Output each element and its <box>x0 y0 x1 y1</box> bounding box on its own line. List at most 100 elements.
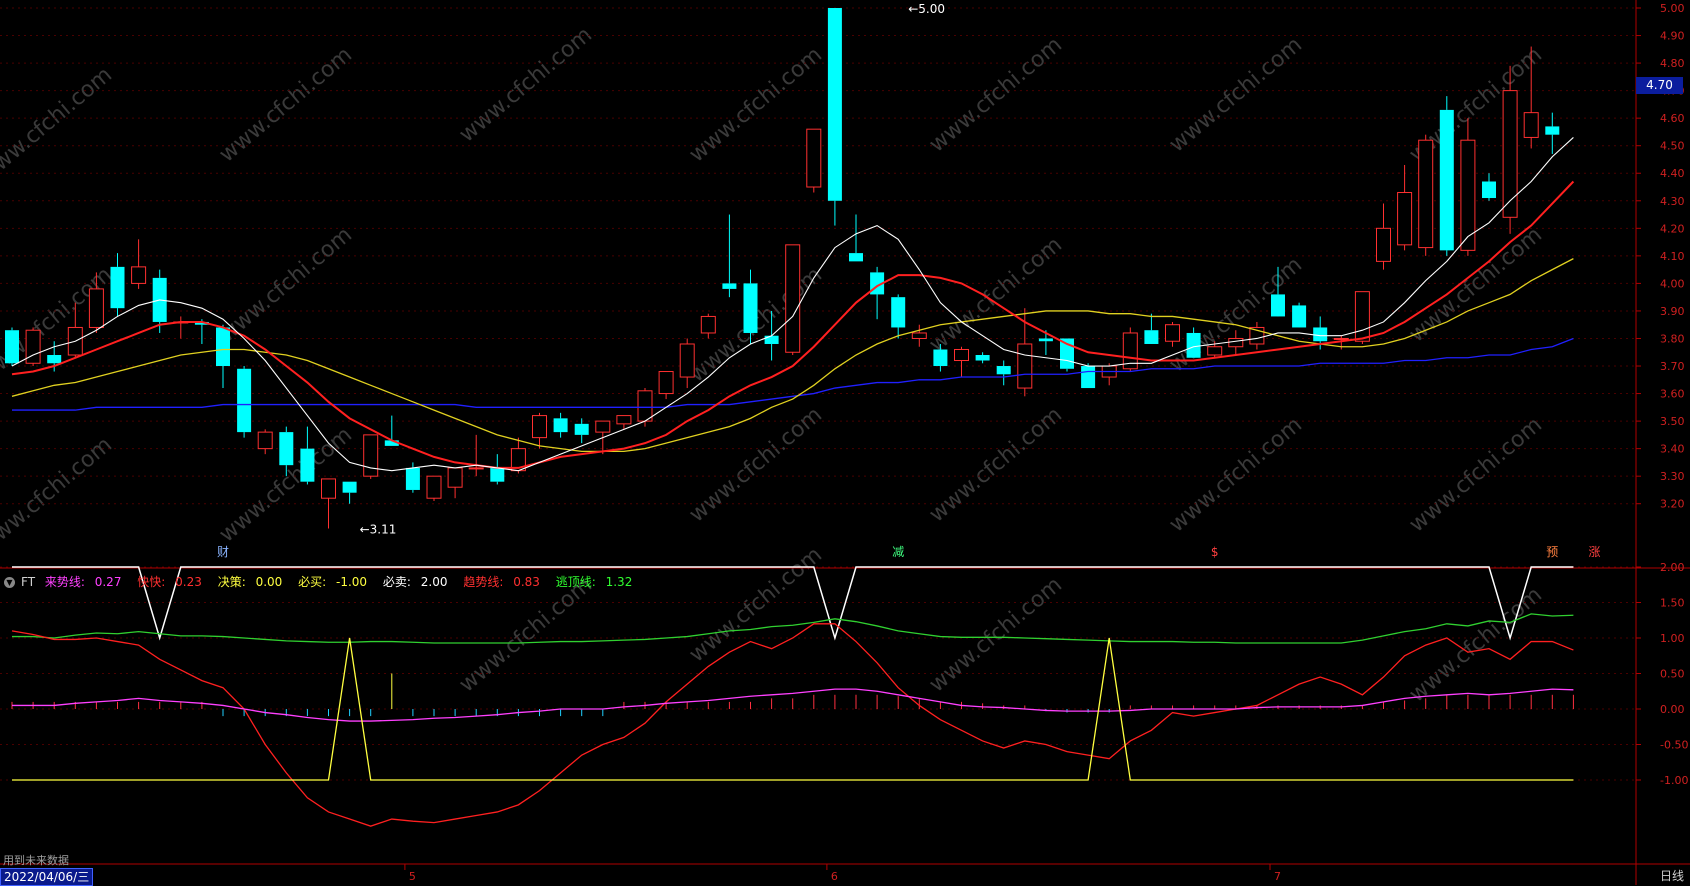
y-tick-label: 4.60 <box>1660 112 1685 125</box>
candle-body <box>1333 337 1349 340</box>
month-label: 5 <box>409 870 416 883</box>
y-tick-label: -0.50 <box>1660 739 1688 752</box>
chart-canvas: www.cfchi.com www.cfchi.com www.cfchi.com w… <box>0 0 1690 885</box>
candle-body <box>658 371 674 395</box>
candle-body <box>679 343 695 378</box>
month-label: 6 <box>831 870 838 883</box>
y-tick-label: 4.90 <box>1660 30 1685 43</box>
indicator-name: FT <box>21 575 36 589</box>
candle-body <box>25 329 41 364</box>
candle-body <box>637 390 653 422</box>
candle-body <box>553 418 568 433</box>
candle-body <box>1523 112 1539 138</box>
candle-body <box>1354 291 1370 342</box>
candle-body <box>954 348 969 362</box>
candle-body <box>975 355 990 361</box>
candle-body <box>827 8 842 201</box>
y-tick-label: 0.50 <box>1660 668 1685 681</box>
candle-body <box>47 355 62 364</box>
candle-body <box>574 423 589 435</box>
candle-body <box>933 349 948 367</box>
collapse-icon[interactable]: ▼ <box>4 577 15 588</box>
candle-body <box>237 368 252 433</box>
candle-body <box>1017 343 1033 389</box>
candle-body <box>405 467 420 490</box>
candle-body <box>700 315 716 334</box>
candle-body <box>1165 324 1180 342</box>
y-tick-label: 3.90 <box>1660 305 1685 318</box>
watermark-text: www.cfchi.com <box>455 572 597 697</box>
candle-body <box>1207 346 1223 356</box>
candle-body <box>216 327 230 367</box>
candle-body <box>321 478 336 499</box>
candle-body <box>1292 305 1307 328</box>
trend-line <box>11 623 1574 827</box>
y-tick-label: 2.00 <box>1660 561 1685 574</box>
header-item-3: 必买: -1.00 <box>298 575 368 589</box>
candle-body <box>1376 227 1391 262</box>
candle-body <box>595 420 611 433</box>
header-item-4: 必卖: 2.00 <box>382 575 448 589</box>
y-tick-label: 5.00 <box>1660 2 1685 15</box>
y-tick-label: 4.20 <box>1660 222 1685 235</box>
y-tick-label: 3.30 <box>1660 470 1685 483</box>
watermark-text: www.cfchi.com <box>0 62 117 187</box>
candle-body <box>1228 337 1244 348</box>
y-tick-label: 0.00 <box>1660 703 1685 716</box>
candle-body <box>1439 109 1454 251</box>
candle-body <box>1313 327 1328 342</box>
candle-body <box>1397 192 1413 246</box>
watermark-text: www.cfchi.com <box>925 32 1067 157</box>
watermark-text: www.cfchi.com <box>1405 412 1547 537</box>
y-tick-label: 3.40 <box>1660 443 1685 456</box>
current-price-badge: 4.70 <box>1636 77 1683 94</box>
candle-body <box>257 431 273 450</box>
signal-marker: $ <box>1211 545 1219 559</box>
candle-body <box>1186 332 1201 358</box>
candle-body <box>1545 126 1560 135</box>
candle-body <box>911 332 927 339</box>
candle-body <box>88 288 104 328</box>
candle-body <box>447 467 463 488</box>
candle-body <box>1502 90 1518 218</box>
candle-body <box>279 432 294 466</box>
y-tick-label: 3.60 <box>1660 388 1685 401</box>
candle-body <box>363 434 379 477</box>
signal-marker: 减 <box>892 545 904 559</box>
y-tick-label: 3.20 <box>1660 498 1685 511</box>
y-tick-label: 4.40 <box>1660 167 1685 180</box>
candle-body <box>131 266 147 284</box>
watermark-text: www.cfchi.com <box>1165 412 1307 537</box>
y-tick-label: 3.80 <box>1660 332 1685 345</box>
candle-body <box>300 448 315 482</box>
y-tick-label: 4.30 <box>1660 195 1685 208</box>
signal-marker: 预 <box>1546 545 1558 559</box>
candle-body <box>110 266 125 309</box>
y-tick-label: 1.50 <box>1660 597 1685 610</box>
month-label: 7 <box>1274 870 1281 883</box>
header-item-6: 逃顶线: 1.32 <box>555 575 633 589</box>
y-tick-label: -1.00 <box>1660 774 1688 787</box>
candle-body <box>722 283 737 289</box>
candle-body <box>490 467 505 482</box>
candle-body <box>785 244 801 353</box>
watermark-text: www.cfchi.com <box>1165 32 1307 157</box>
watermark-text: www.cfchi.com <box>685 542 827 667</box>
candle-body <box>426 475 442 499</box>
candle-body <box>1081 366 1096 389</box>
header-item-1: 快快: 0.23 <box>137 575 202 589</box>
period-button[interactable]: 日线 <box>1660 868 1684 884</box>
candle-body <box>806 128 822 188</box>
candle-body <box>891 297 906 328</box>
y-tick-label: 3.50 <box>1660 415 1685 428</box>
candle-body <box>1144 330 1159 344</box>
cursor-date-label: 2022/04/06/三 <box>0 868 94 886</box>
y-tick-label: 3.70 <box>1660 360 1685 373</box>
y-tick-label: 4.80 <box>1660 57 1685 70</box>
y-tick-label: 4.10 <box>1660 250 1685 263</box>
price-annotation: ←5.00 <box>908 2 945 16</box>
y-tick-label: 4.00 <box>1660 277 1685 290</box>
future-data-note: 用到未来数据 <box>3 854 69 867</box>
watermark-text: www.cfchi.com <box>1165 252 1307 377</box>
candle-body <box>764 335 779 344</box>
